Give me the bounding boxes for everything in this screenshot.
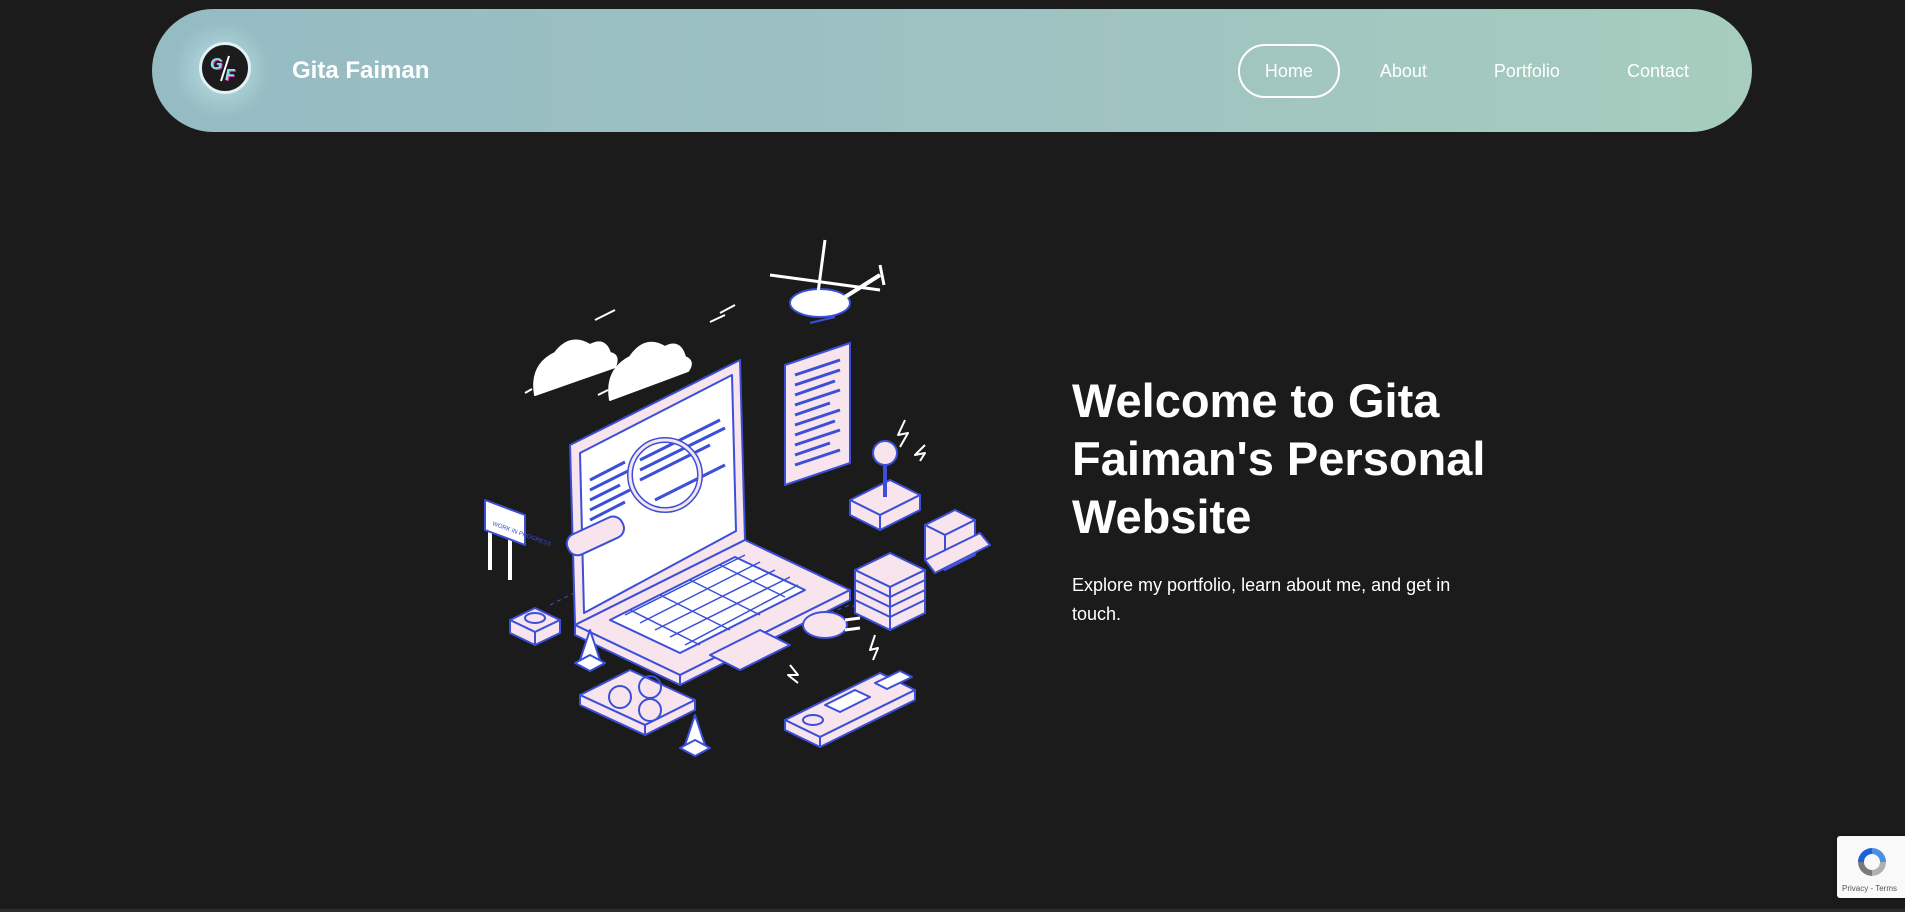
- clouds-icon: [533, 339, 692, 401]
- button-box-icon: [509, 607, 561, 646]
- nav-portfolio-link[interactable]: Portfolio: [1467, 44, 1587, 98]
- main-nav: Home About Portfolio Contact: [1225, 44, 1716, 98]
- nav-home-link[interactable]: Home: [1237, 44, 1340, 98]
- svg-text:F: F: [225, 67, 236, 84]
- work-in-progress-sign-icon: WORK IN PROGRESS: [484, 499, 552, 580]
- server-rack-icon: [854, 552, 926, 631]
- joystick-icon: [849, 440, 921, 531]
- hero-title: Welcome to Gita Faiman's Personal Websit…: [1072, 374, 1486, 543]
- recaptcha-links: Privacy - Terms: [1842, 884, 1897, 893]
- control-panel-icon: [784, 670, 916, 748]
- recaptcha-terms-link[interactable]: Terms: [1875, 884, 1897, 893]
- helicopter-icon: [769, 239, 886, 324]
- hero-text: Welcome to Gita Faiman's Personal Websit…: [1072, 372, 1492, 629]
- hero-illustration: WORK IN PROGRESS: [480, 235, 1000, 765]
- recaptcha-icon: [1858, 848, 1886, 876]
- gf-logo-icon: G G F F: [210, 55, 237, 85]
- plug-icon: [802, 611, 861, 639]
- nav-about-link[interactable]: About: [1353, 44, 1454, 98]
- document-icon: [784, 342, 851, 486]
- navbar: G G F F Gita Faiman Home About Portfolio…: [152, 9, 1752, 132]
- nav-contact-link[interactable]: Contact: [1600, 44, 1716, 98]
- hero-subtitle: Explore my portfolio, learn about me, an…: [1072, 575, 1451, 624]
- forklift-icon: [924, 509, 991, 574]
- svg-text:G: G: [210, 56, 222, 73]
- recaptcha-privacy-link[interactable]: Privacy: [1842, 884, 1868, 893]
- brand-name[interactable]: Gita Faiman: [292, 57, 429, 85]
- recaptcha-badge[interactable]: Privacy - Terms: [1837, 836, 1905, 898]
- logo-badge[interactable]: G G F F: [199, 42, 251, 94]
- recaptcha-separator: -: [1870, 884, 1874, 893]
- isometric-tech-illustration: WORK IN PROGRESS: [484, 239, 991, 757]
